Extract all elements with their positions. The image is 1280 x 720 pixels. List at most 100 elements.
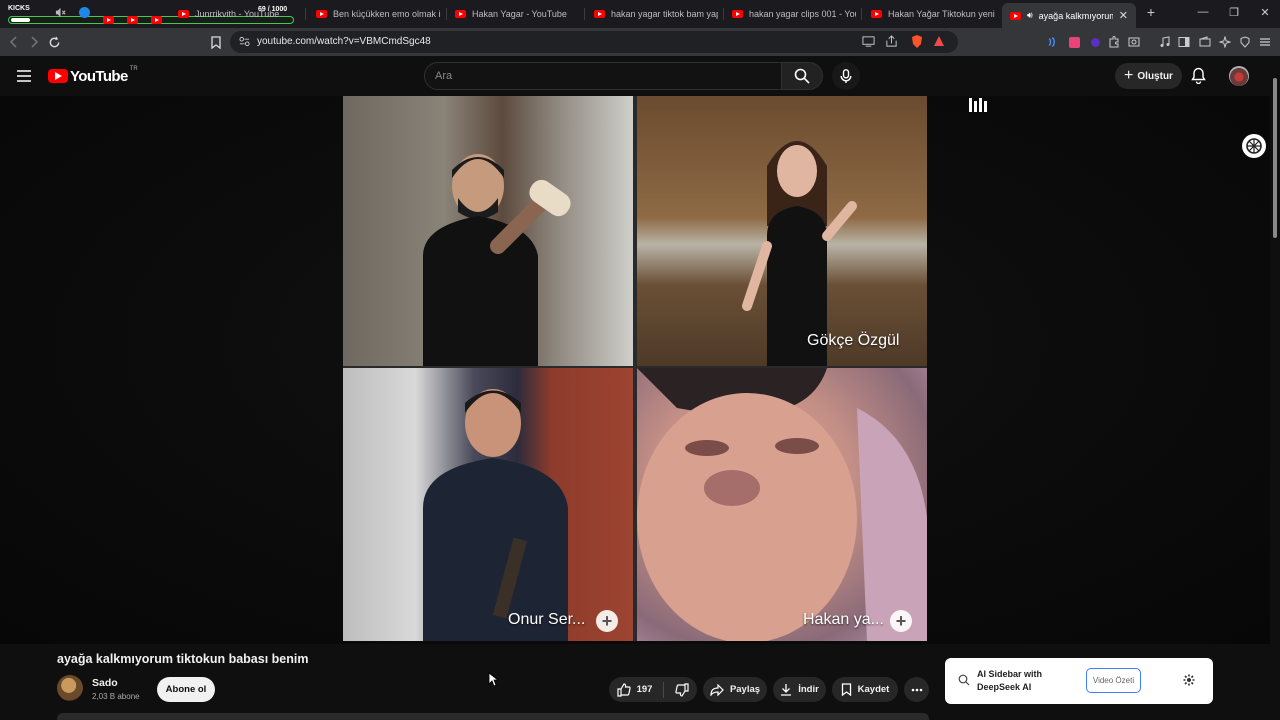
download-icon <box>781 684 792 696</box>
search-button[interactable] <box>781 62 823 90</box>
search-icon <box>794 68 810 84</box>
bookmark-save-icon <box>841 683 851 696</box>
description-box-edge <box>57 713 929 720</box>
ai-search-icon <box>958 674 970 686</box>
leo-ai-icon[interactable] <box>1217 34 1233 50</box>
woman-in-kitchen-figure <box>742 141 857 366</box>
back-icon[interactable] <box>6 34 22 50</box>
thumbs-up-icon <box>616 682 631 697</box>
search-box[interactable] <box>424 62 782 90</box>
save-button[interactable]: Kaydet <box>832 677 898 702</box>
tab-3[interactable]: Hakan Yagar - YouTube <box>455 3 580 25</box>
voice-search-button[interactable] <box>832 62 860 90</box>
man-holding-paper-roll-figure <box>423 154 571 366</box>
muted-speaker-icon[interactable] <box>54 6 67 19</box>
youtube-tab-icon[interactable] <box>150 6 163 24</box>
tab-title: Junrrikvith - YouTube <box>195 9 280 19</box>
share-page-icon[interactable] <box>885 35 898 48</box>
vpn-shield-icon[interactable] <box>1237 34 1253 50</box>
participant-name-caption: Hakan ya... <box>803 611 884 628</box>
cast-icon[interactable] <box>862 35 875 48</box>
sidebar-toggle-icon[interactable] <box>1176 34 1192 50</box>
more-dots-icon <box>911 688 922 691</box>
brave-shields-icon[interactable] <box>910 34 924 49</box>
thumbs-down-icon <box>675 682 690 697</box>
create-button[interactable]: + Oluştur <box>1115 63 1182 89</box>
account-avatar[interactable] <box>1229 66 1249 86</box>
save-label: Kaydet <box>857 684 890 695</box>
extension-icon[interactable] <box>1087 34 1103 50</box>
youtube-wordmark: YouTube <box>70 68 128 85</box>
video-frame[interactable]: Gökçe Özgül Onur Ser... + Hakan ya... + <box>343 96 987 641</box>
dislike-button[interactable] <box>675 682 690 697</box>
video-grid-cell-bottom-right: Hakan ya... + <box>637 368 927 641</box>
man-in-navy-shirt-figure <box>423 389 568 641</box>
url-bar[interactable]: youtube.com/watch?v=VBMCmdSgc48 <box>230 31 958 53</box>
brave-rewards-icon[interactable] <box>933 35 945 47</box>
extensions-puzzle-icon[interactable] <box>1106 34 1122 50</box>
youtube-header: YouTube TR + Oluştur <box>0 56 1280 96</box>
add-participant-icon[interactable]: + <box>596 610 618 632</box>
more-actions-button[interactable] <box>904 677 929 702</box>
tab-5[interactable]: hakan yagar clips 001 - YouTu <box>732 3 856 25</box>
tab-title: hakan yagar clips 001 - YouTu <box>749 9 856 19</box>
add-participant-icon[interactable]: + <box>890 610 912 632</box>
new-tab-button[interactable]: + <box>1143 4 1159 20</box>
share-arrow-icon <box>710 683 724 696</box>
channel-avatar[interactable] <box>57 675 83 701</box>
wallet-icon[interactable] <box>1197 34 1213 50</box>
tab-2[interactable]: Ben küçükken emo olmak isti <box>316 3 441 25</box>
video-player[interactable]: Gökçe Özgül Onur Ser... + Hakan ya... + <box>0 96 1270 644</box>
like-count: 197 <box>636 684 653 695</box>
reload-icon[interactable] <box>46 34 62 50</box>
page-scrollbar[interactable] <box>1270 56 1280 720</box>
tab-6[interactable]: Hakan Yağar Tiktokun yeni ba <box>871 3 995 25</box>
download-button[interactable]: İndir <box>773 677 826 702</box>
country-code: TR <box>129 66 138 72</box>
video-grid-cell-top-left <box>343 96 633 366</box>
browser-menu-icon[interactable] <box>1257 34 1273 50</box>
share-button[interactable]: Paylaş <box>703 677 767 702</box>
youtube-favicon-icon <box>316 10 327 18</box>
close-window-icon[interactable]: ✕ <box>1257 6 1273 19</box>
youtube-tab-icon[interactable] <box>102 6 115 24</box>
youtube-logo[interactable]: YouTube TR <box>48 66 138 85</box>
video-grid-cell-bottom-left: Onur Ser... + <box>343 368 633 641</box>
forward-icon[interactable] <box>26 34 42 50</box>
video-title: ayağa kalkmıyorum tiktokun babası benim <box>57 652 309 666</box>
channel-name[interactable]: Sado <box>92 677 118 689</box>
notifications-bell-icon[interactable] <box>1191 67 1206 84</box>
extension-icon[interactable] <box>1066 34 1082 50</box>
like-button[interactable]: 197 <box>616 682 653 697</box>
youtube-favicon-icon <box>732 10 743 18</box>
participant-name-caption: Gökçe Özgül <box>807 332 900 349</box>
url-text: youtube.com/watch?v=VBMCmdSgc48 <box>257 36 431 47</box>
scrollbar-thumb[interactable] <box>1273 78 1277 238</box>
restore-icon[interactable]: ❐ <box>1226 6 1242 19</box>
tab-4[interactable]: hakan yagar tiktok bam yapma <box>594 3 718 25</box>
search-input[interactable] <box>433 69 763 83</box>
create-label: Oluştur <box>1137 70 1173 82</box>
hamburger-menu-icon[interactable] <box>17 70 31 82</box>
video-grid-cell-top-right: Gökçe Özgül <box>637 96 927 366</box>
microphone-icon <box>840 68 852 83</box>
ai-sidebar-panel: AI Sidebar with DeepSeek AI Video Özeti <box>945 658 1213 704</box>
pinned-tab-icon[interactable] <box>78 6 91 19</box>
youtube-favicon-icon <box>178 10 189 18</box>
ai-sidebar-title: AI Sidebar with DeepSeek AI <box>977 669 1043 692</box>
tab-1[interactable]: Junrrikvith - YouTube <box>178 3 298 25</box>
close-tab-icon[interactable]: ✕ <box>1119 9 1128 22</box>
site-settings-icon[interactable] <box>239 36 250 47</box>
translate-extension-icon[interactable] <box>1045 34 1061 50</box>
tab-active[interactable]: 🔊︎ ayağa kalkmıyorum ti ✕ <box>1002 3 1136 28</box>
gear-icon[interactable] <box>1183 674 1195 686</box>
minimize-icon[interactable]: — <box>1195 6 1211 18</box>
ai-assistant-floating-icon[interactable] <box>1242 134 1266 158</box>
subscribe-button[interactable]: Abone ol <box>157 677 215 702</box>
like-dislike-group: 197 <box>609 677 697 702</box>
screenshot-extension-icon[interactable] <box>1126 34 1142 50</box>
bookmark-icon[interactable] <box>208 34 224 50</box>
media-control-icon[interactable] <box>1157 34 1173 50</box>
youtube-tab-icon[interactable] <box>126 6 139 24</box>
video-summary-button[interactable]: Video Özeti <box>1086 668 1141 693</box>
